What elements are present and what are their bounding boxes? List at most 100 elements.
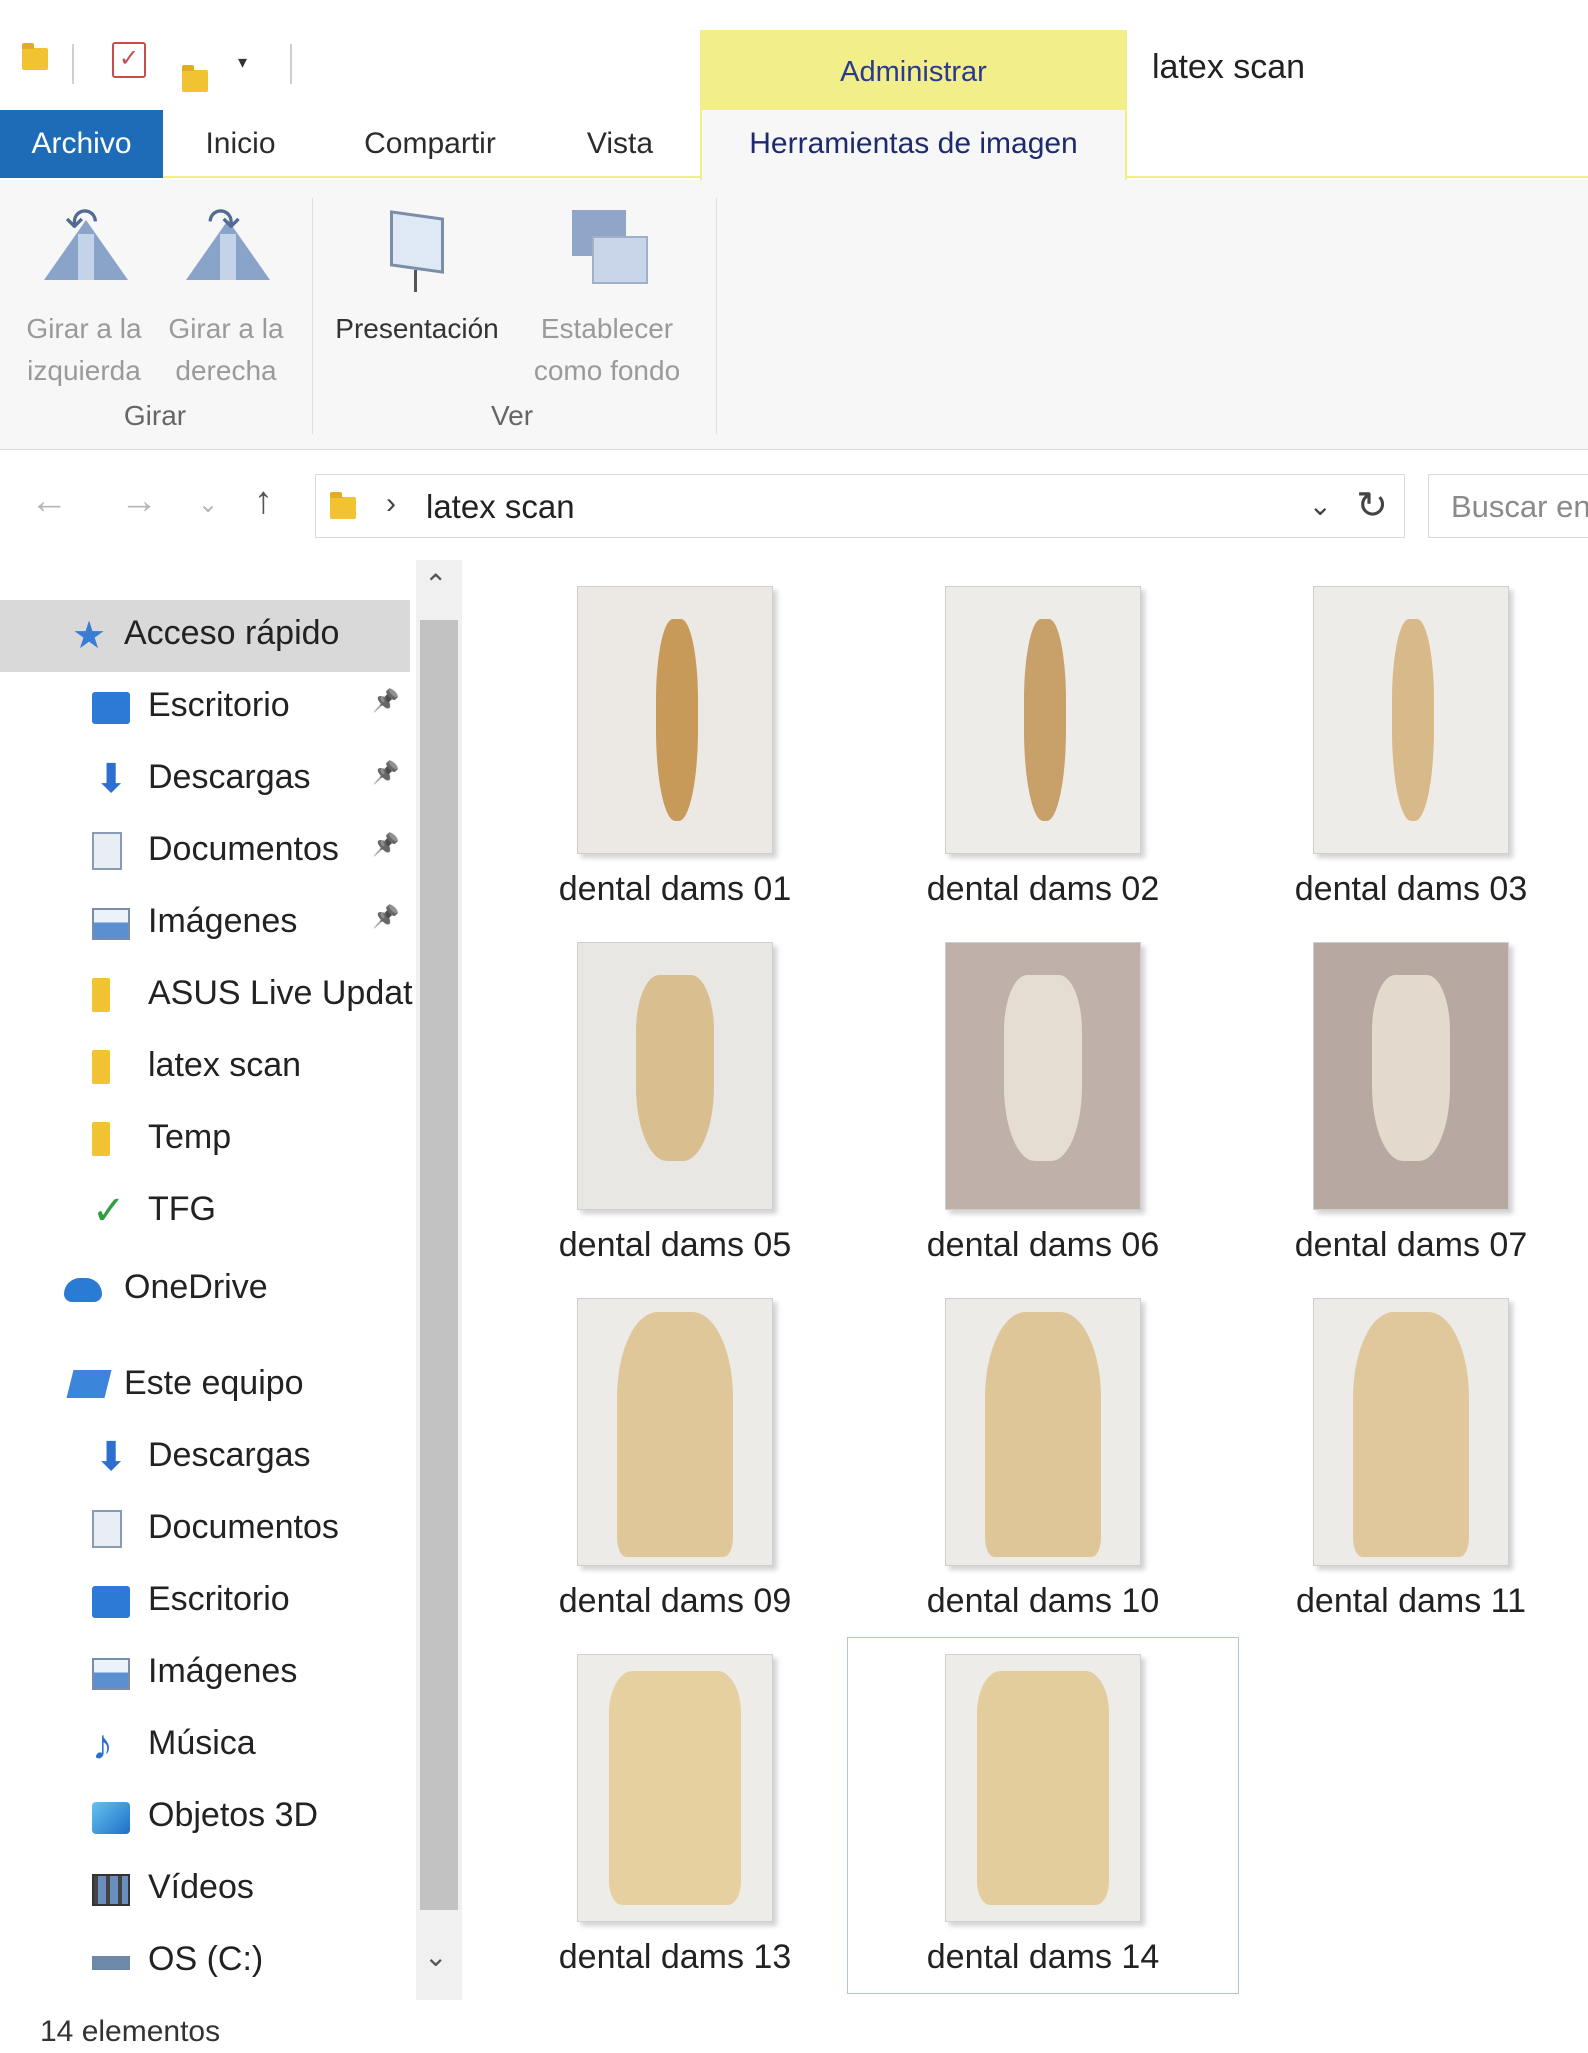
file-item[interactable]: dental dams 13 bbox=[480, 1638, 870, 1993]
nav-item-vídeos[interactable]: Vídeos bbox=[0, 1854, 415, 1926]
nav-item-descargas[interactable]: ⬇ Descargas 📌 bbox=[0, 744, 415, 816]
file-item[interactable]: dental dams 03 bbox=[1216, 570, 1588, 925]
pin-icon[interactable]: 📌 bbox=[372, 760, 399, 786]
set-background-label-2: como fondo bbox=[533, 355, 681, 386]
rotate-right-icon: ↷ bbox=[181, 200, 271, 290]
pin-icon[interactable]: 📌 bbox=[372, 688, 399, 714]
nav-item-escritorio[interactable]: Escritorio 📌 bbox=[0, 672, 415, 744]
back-arrow-icon[interactable]: ← bbox=[30, 480, 68, 523]
search-input[interactable]: Buscar en bbox=[1428, 474, 1588, 538]
file-grid: dental dams 01 dental dams 02 dental dams … bbox=[480, 570, 1588, 2010]
nav-item-os-c-[interactable]: OS (C:) bbox=[0, 1926, 415, 1998]
nav-item-documentos[interactable]: Documentos bbox=[0, 1494, 415, 1566]
new-folder-icon[interactable] bbox=[182, 65, 208, 92]
scrollbar-thumb[interactable] bbox=[420, 620, 458, 1910]
nav-label: OneDrive bbox=[124, 1268, 268, 1306]
customize-qat-dropdown-icon[interactable]: ▾ bbox=[238, 52, 247, 73]
slideshow-button[interactable]: Presentación bbox=[322, 200, 512, 350]
nav-item-onedrive[interactable]: OneDrive bbox=[0, 1254, 415, 1326]
star-icon: ★ bbox=[72, 615, 107, 657]
recent-locations-chevron-icon[interactable]: ⌄ bbox=[198, 490, 218, 519]
group-label-ver: Ver bbox=[490, 400, 534, 431]
image-thumbnail bbox=[577, 1654, 773, 1922]
forward-arrow-icon[interactable]: → bbox=[120, 480, 158, 523]
file-item[interactable]: dental dams 05 bbox=[480, 926, 870, 1281]
nav-item-descargas[interactable]: ⬇ Descargas bbox=[0, 1422, 415, 1494]
divider bbox=[72, 44, 74, 84]
file-name: dental dams 03 bbox=[1294, 870, 1528, 908]
downloads-icon: ⬇ bbox=[94, 757, 128, 801]
file-name: dental dams 05 bbox=[558, 1226, 792, 1264]
divider bbox=[290, 44, 292, 84]
rotate-left-label-1: Girar a la bbox=[26, 313, 142, 344]
file-item[interactable]: dental dams 11 bbox=[1216, 1282, 1588, 1637]
nav-label: OS (C:) bbox=[148, 1940, 264, 1978]
downloads-icon: ⬇ bbox=[94, 1435, 128, 1479]
nav-item-acceso-rapido[interactable]: ★ Acceso rápido bbox=[0, 600, 410, 672]
manage-context-tab-header[interactable]: Administrar bbox=[700, 30, 1127, 110]
documents-icon bbox=[92, 832, 122, 870]
address-history-dropdown-icon[interactable]: ⌄ bbox=[1309, 489, 1332, 522]
rotate-right-button[interactable]: ↷ Girar a la derecha bbox=[156, 200, 296, 392]
rotate-left-button[interactable]: ↶ Girar a la izquierda bbox=[14, 200, 154, 392]
rotate-left-label-2: izquierda bbox=[27, 355, 141, 386]
file-name: dental dams 02 bbox=[926, 870, 1160, 908]
manage-context-label: Administrar bbox=[840, 56, 987, 88]
set-background-label-1: Establecer bbox=[540, 313, 674, 344]
scroll-up-icon[interactable]: ⌃ bbox=[424, 568, 447, 601]
nav-item-tfg[interactable]: ✓ TFG bbox=[0, 1176, 415, 1248]
pin-icon[interactable]: 📌 bbox=[372, 832, 399, 858]
divider bbox=[312, 198, 313, 434]
nav-item-asus-live-updat[interactable]: ASUS Live Updat bbox=[0, 960, 415, 1032]
set-as-background-button[interactable]: Establecer como fondo bbox=[512, 200, 702, 392]
this-pc-icon bbox=[66, 1370, 112, 1398]
pictures-icon bbox=[92, 908, 130, 940]
nav-label: Objetos 3D bbox=[148, 1796, 319, 1834]
folder-icon bbox=[92, 1122, 110, 1156]
tab-archivo[interactable]: Archivo bbox=[0, 110, 163, 178]
nav-item-documentos[interactable]: Documentos 📌 bbox=[0, 816, 415, 888]
nav-pane-scrollbar[interactable]: ⌃ ⌄ bbox=[416, 560, 462, 2000]
file-item[interactable]: dental dams 07 bbox=[1216, 926, 1588, 1281]
objects-3d-icon bbox=[92, 1802, 130, 1834]
item-count: 14 elementos bbox=[40, 2015, 221, 2048]
up-arrow-icon[interactable]: ↑ bbox=[254, 480, 273, 523]
nav-item-este-equipo[interactable]: Este equipo bbox=[0, 1350, 415, 1422]
file-item[interactable]: dental dams 10 bbox=[848, 1282, 1238, 1637]
file-item[interactable]: dental dams 14 bbox=[847, 1637, 1239, 1994]
set-background-icon bbox=[562, 200, 652, 290]
folder-icon bbox=[22, 43, 48, 70]
scroll-down-icon[interactable]: ⌄ bbox=[424, 1940, 447, 1973]
nav-item-latex-scan[interactable]: latex scan bbox=[0, 1032, 415, 1104]
file-item[interactable]: dental dams 06 bbox=[848, 926, 1238, 1281]
nav-item-temp[interactable]: Temp bbox=[0, 1104, 415, 1176]
folder-icon bbox=[92, 978, 110, 1012]
ribbon-tabs: Archivo Inicio Compartir Vista Herramien… bbox=[0, 110, 1588, 180]
nav-item-imágenes[interactable]: Imágenes bbox=[0, 1638, 415, 1710]
image-thumbnail bbox=[577, 586, 773, 854]
title-bar: ✓ ▾ Administrar latex scan bbox=[0, 0, 1588, 110]
file-item[interactable]: dental dams 02 bbox=[848, 570, 1238, 925]
breadcrumb-separator-icon[interactable]: › bbox=[386, 487, 396, 521]
pin-icon[interactable]: 📌 bbox=[372, 904, 399, 930]
tab-herramientas-de-imagen[interactable]: Herramientas de imagen bbox=[700, 110, 1127, 180]
nav-label: Este equipo bbox=[124, 1364, 304, 1402]
tab-compartir[interactable]: Compartir bbox=[330, 110, 530, 178]
nav-label: Escritorio bbox=[148, 1580, 290, 1618]
nav-item-escritorio[interactable]: Escritorio bbox=[0, 1566, 415, 1638]
breadcrumb-latex-scan[interactable]: latex scan bbox=[426, 488, 575, 526]
tab-inicio[interactable]: Inicio bbox=[163, 110, 318, 178]
refresh-icon[interactable]: ↻ bbox=[1356, 483, 1388, 528]
nav-item-imágenes[interactable]: Imágenes 📌 bbox=[0, 888, 415, 960]
ribbon-panel: ↶ Girar a la izquierda ↷ Girar a la derech… bbox=[0, 180, 1588, 450]
file-item[interactable]: dental dams 01 bbox=[480, 570, 870, 925]
nav-item-objetos-3d[interactable]: Objetos 3D bbox=[0, 1782, 415, 1854]
nav-item-música[interactable]: ♪ Música bbox=[0, 1710, 415, 1782]
file-item[interactable]: dental dams 09 bbox=[480, 1282, 870, 1637]
tab-vista[interactable]: Vista bbox=[560, 110, 680, 178]
search-placeholder: Buscar en bbox=[1451, 489, 1588, 524]
address-bar[interactable]: › latex scan ⌄ ↻ bbox=[315, 474, 1405, 538]
nav-label: Escritorio bbox=[148, 686, 290, 724]
properties-check-icon[interactable]: ✓ bbox=[112, 42, 146, 78]
image-thumbnail bbox=[1313, 586, 1509, 854]
